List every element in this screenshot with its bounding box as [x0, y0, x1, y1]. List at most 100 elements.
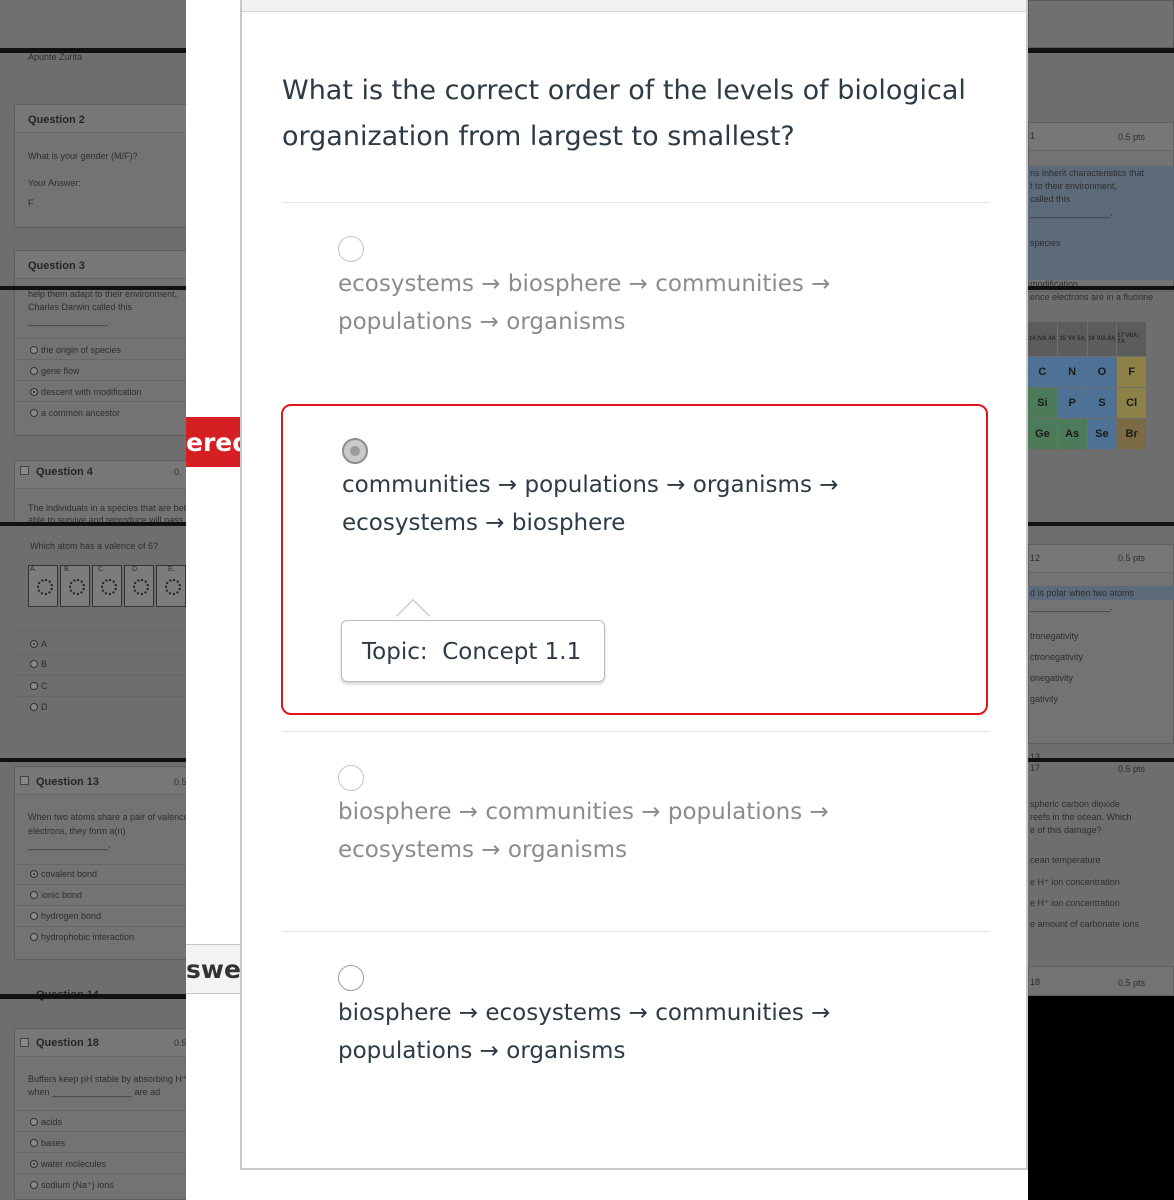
ptable-head: 15 VA 5A [1057, 322, 1087, 356]
flag-question-checkbox[interactable] [20, 776, 29, 785]
question-2-answer: F [28, 198, 34, 208]
answer-option-4[interactable]: biosphere → ecosystems → communities → p… [282, 933, 990, 1129]
question-4-title: Question 4 [36, 466, 93, 478]
q17-option-3: e H⁺ ion concentration [1030, 898, 1120, 908]
valence-option-radio[interactable] [30, 660, 38, 668]
q18-option-radio[interactable] [30, 1139, 38, 1147]
q3-option-radio-selected[interactable] [30, 388, 38, 396]
question-12-prompt: d is polar when two atoms [1030, 588, 1135, 598]
question-4-points: 0. [174, 467, 182, 477]
question-18-points: 0.5 pts [1118, 978, 1146, 988]
element-cell: P [1057, 388, 1087, 418]
q13-option-radio[interactable] [30, 933, 38, 941]
question-13-prompt-line2: electrons, they form a(n) [28, 826, 126, 836]
fluorine-prompt-fragment: ence electrons are in a fluorine [1030, 292, 1154, 302]
valence-option-radio[interactable] [30, 703, 38, 711]
ptable-head: 17 VIIA 7A [1117, 322, 1146, 356]
question-18-card [14, 1028, 186, 1200]
question-18-title: Question 18 [36, 1037, 99, 1049]
q13-option-radio[interactable] [30, 912, 38, 920]
answer-text-3-line-2: ecosystems → organisms [338, 837, 628, 863]
answer-option-1[interactable]: ecosystems → biosphere → communities → p… [282, 204, 990, 400]
valence-option-d: D [41, 702, 48, 712]
question-2-prompt: What is your gender (M/F)? [28, 151, 138, 161]
element-cell: O [1087, 357, 1117, 387]
darwin-line-3: called this [1030, 194, 1071, 204]
question-13-title: Question 13 [36, 776, 99, 788]
topic-tooltip-text: Topic: Concept 1.1 [362, 639, 582, 665]
flag-question-checkbox[interactable] [20, 1038, 29, 1047]
question-13-points: 0.5 [174, 777, 186, 787]
element-cell: Cl [1117, 388, 1146, 418]
element-cell: As [1057, 419, 1087, 449]
element-cell: C [1028, 357, 1057, 387]
question-4-prompt-line1: The individuals in a species that are be… [28, 503, 186, 513]
question-12-points: 0.5 pts [1118, 553, 1146, 563]
element-cell: S [1087, 388, 1117, 418]
element-cell: F [1117, 357, 1146, 387]
q18-option-1: acids [41, 1117, 63, 1127]
question-18-prompt-line2: when ________________ are ad [28, 1087, 161, 1097]
atom-label-c: C. [98, 566, 105, 573]
answer-radio-1[interactable] [338, 236, 364, 262]
q3-option-radio[interactable] [30, 367, 38, 375]
q18-option-radio-selected[interactable] [30, 1160, 38, 1168]
question-12-number: 12 [1030, 553, 1041, 563]
atom-diagram-d [124, 565, 154, 607]
question-17-line-2: reefs in the ocean. Which [1030, 812, 1132, 822]
valence-option-b: B [41, 659, 48, 669]
answer-text-1-line-1: ecosystems → biosphere → communities → [338, 271, 831, 297]
species-fragment: species [1030, 238, 1061, 248]
darwin-line-2: t to their environment, [1030, 181, 1118, 191]
q3-option-radio[interactable] [30, 346, 38, 354]
q17-option-4: e amount of carbonate ions [1030, 919, 1140, 929]
q18-option-radio[interactable] [30, 1181, 38, 1189]
q13-option-radio-selected[interactable] [30, 870, 38, 878]
answer-separator [282, 731, 990, 732]
q18-option-2: bases [41, 1138, 66, 1148]
q13-option-radio[interactable] [30, 891, 38, 899]
valence-option-radio-selected[interactable] [30, 640, 38, 648]
q12-option-2: ctronegativity [1030, 652, 1084, 662]
answer-radio-4[interactable] [338, 965, 364, 991]
q18-option-4: sodium (Na⁺) ions [41, 1180, 114, 1190]
question-3-blank: ________________. [28, 316, 111, 326]
atom-label-d: D. [132, 566, 139, 573]
q13-option-4: hydrophobic interaction [41, 932, 135, 942]
q3-option-radio[interactable] [30, 409, 38, 417]
question-18-number: 18 [1030, 977, 1041, 987]
valence-option-a: A [41, 639, 48, 649]
flag-question-checkbox[interactable] [20, 466, 29, 475]
answer-option-3[interactable]: biosphere → communities → populations → … [282, 733, 990, 929]
question-13-prompt-line1: When two atoms share a pair of valence [28, 812, 186, 822]
your-answer-label: Your Answer: [28, 178, 81, 188]
question-18-points: 0.5 [174, 1038, 186, 1048]
valence-prompt: Which atom has a valence of 6? [30, 541, 159, 551]
element-cell: Br [1117, 419, 1146, 449]
question-13-blank: ________________. [28, 840, 111, 850]
valence-option-radio[interactable] [30, 682, 38, 690]
q13-option-3: hydrogen bond [41, 911, 102, 921]
answer-radio-3[interactable] [338, 765, 364, 791]
atom-diagrams [28, 565, 186, 607]
question-17-line-3: e of this damage? [1030, 825, 1102, 835]
answer-text-3-line-1: biosphere → communities → populations → [338, 799, 829, 825]
question-2-title: Question 2 [28, 114, 85, 126]
answer-text-4-line-1: biosphere → ecosystems → communities → [338, 1000, 831, 1026]
question-18-card-right [1028, 966, 1174, 996]
q13-option-1: covalent bond [41, 869, 98, 879]
question-17-line-1: spheric carbon dioxide [1030, 799, 1121, 809]
q3-option-4: a common ancestor [41, 408, 121, 418]
dialog-top-bar [242, 0, 1026, 12]
q17-option-2: e H⁺ ion concentration [1030, 877, 1120, 887]
element-cell: Se [1087, 419, 1117, 449]
q18-option-radio[interactable] [30, 1118, 38, 1126]
question-3-title: Question 3 [28, 260, 85, 272]
question-17-number: 17 [1030, 763, 1041, 773]
element-cell: N [1057, 357, 1087, 387]
question-17-points: 0.5 pts [1118, 764, 1146, 774]
element-cell: Si [1028, 388, 1057, 418]
question-12-card [1028, 544, 1174, 744]
answer-text-1-line-2: populations → organisms [338, 309, 626, 335]
atom-label-e: E. [168, 566, 175, 573]
